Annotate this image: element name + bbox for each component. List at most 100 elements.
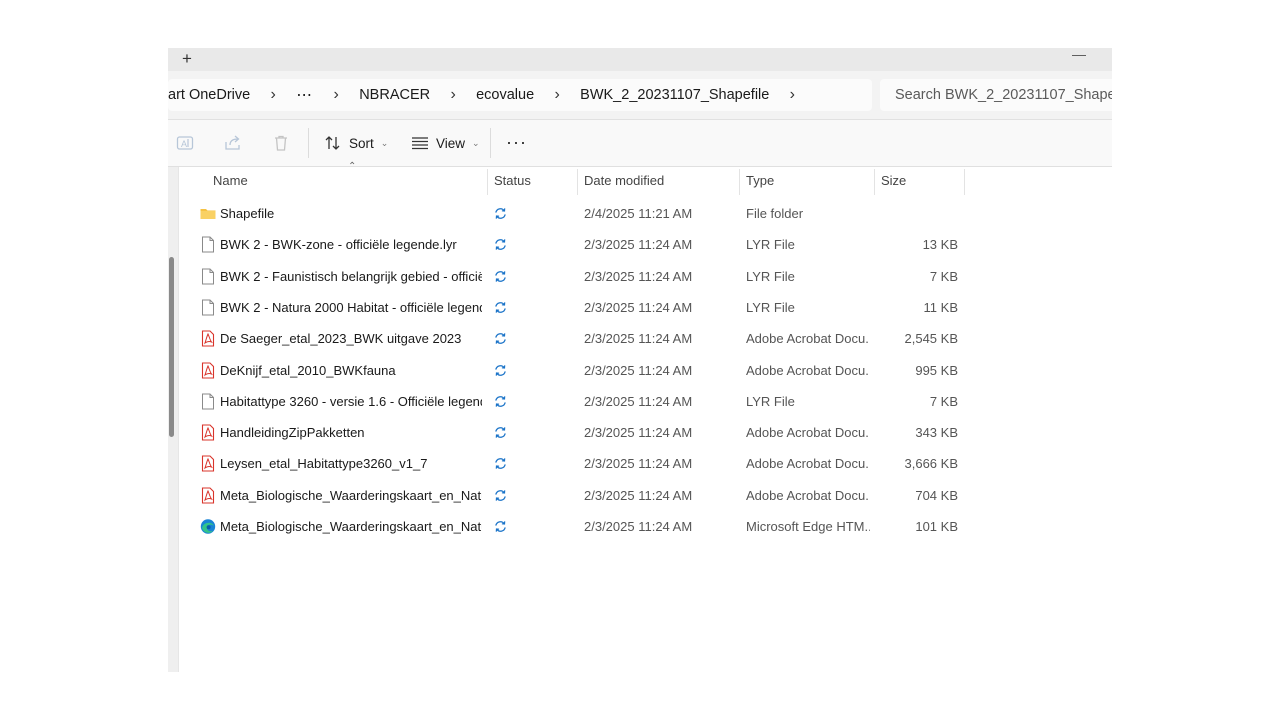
sync-status-icon [495, 395, 506, 407]
file-type: LYR File [746, 393, 795, 409]
sync-status-icon [495, 239, 506, 251]
column-header-type[interactable]: Type [746, 167, 774, 195]
file-type: Adobe Acrobat Docu... [746, 456, 870, 472]
file-name: Habitattype 3260 - versie 1.6 - Officiël… [220, 393, 482, 409]
folder-icon [200, 209, 216, 219]
file-size: 2,545 KB [904, 331, 959, 347]
chevron-right-icon[interactable]: › [786, 86, 798, 104]
file-type: LYR File [746, 299, 795, 315]
column-header-size[interactable]: Size [881, 167, 906, 195]
pdf-icon [201, 455, 215, 472]
new-tab-button[interactable]: + [182, 48, 192, 71]
address-row: art OneDrive › ⋯ › NBRACER › ecovalue › … [168, 71, 1112, 120]
svg-text:A: A [181, 139, 187, 149]
file-size: 343 KB [915, 425, 958, 441]
file-type: Adobe Acrobat Docu... [746, 487, 870, 503]
pdf-icon [201, 361, 215, 379]
more-options-button[interactable]: ··· [506, 133, 527, 151]
file-name: DeKnijf_etal_2010_BWKfauna [220, 362, 396, 378]
file-date-modified: 2/3/2025 11:24 AM [584, 268, 693, 284]
chevron-right-icon[interactable]: › [330, 86, 342, 104]
file-size: 101 KB [915, 519, 958, 534]
file-status [494, 229, 514, 260]
delete-icon[interactable] [272, 134, 290, 152]
file-icon [202, 236, 214, 253]
sync-status-icon [495, 364, 506, 376]
sync-status-icon [495, 521, 506, 532]
column-divider[interactable] [739, 169, 740, 195]
file-date-modified: 2/3/2025 11:24 AM [584, 519, 693, 534]
chevron-right-icon[interactable]: › [551, 86, 563, 104]
chevron-right-icon[interactable]: › [447, 86, 459, 104]
file-size: 11 KB [923, 299, 958, 315]
breadcrumb-item-current[interactable]: BWK_2_20231107_Shapefile [580, 87, 769, 103]
file-status [494, 323, 514, 354]
sync-status-icon [495, 489, 506, 501]
file-icon [202, 268, 214, 285]
pdf-icon [201, 487, 215, 504]
file-name: BWK 2 - BWK-zone - officiële legende.lyr [220, 237, 457, 253]
file-type: Adobe Acrobat Docu... [746, 331, 870, 347]
file-row[interactable]: DeKnijf_etal_2010_BWKfauna 2/3/2025 11:24… [178, 355, 1112, 386]
file-status [494, 261, 514, 292]
breadcrumb-item-ecovalue[interactable]: ecovalue [476, 87, 534, 103]
breadcrumb[interactable]: art OneDrive › ⋯ › NBRACER › ecovalue › … [168, 79, 872, 111]
column-divider[interactable] [487, 169, 488, 195]
file-date-modified: 2/3/2025 11:24 AM [584, 362, 693, 378]
column-header-name[interactable]: Name [213, 167, 248, 195]
column-header-date[interactable]: Date modified [584, 167, 664, 195]
file-status [494, 511, 514, 542]
file-row[interactable]: HandleidingZipPakketten 2/3/2025 11:24 AM… [178, 417, 1112, 448]
file-row[interactable]: BWK 2 - BWK-zone - officiële legende.lyr… [178, 229, 1112, 260]
chevron-down-icon: ⌄ [380, 137, 389, 148]
column-divider[interactable] [964, 169, 965, 195]
file-name: BWK 2 - Natura 2000 Habitat - officiële … [220, 299, 482, 315]
chevron-right-icon[interactable]: › [267, 86, 279, 104]
view-label: View [436, 135, 466, 151]
file-status [494, 480, 514, 511]
file-row[interactable]: Leysen_etal_Habitattype3260_v1_7 2/3/2025… [178, 448, 1112, 479]
file-name: Meta_Biologische_Waarderingskaart_en_Nat… [220, 519, 482, 534]
file-name: BWK 2 - Faunistisch belangrijk gebied - … [220, 268, 482, 284]
file-status [494, 355, 514, 386]
toolbar-divider [490, 128, 491, 158]
breadcrumb-item-nbracer[interactable]: NBRACER [359, 87, 430, 103]
view-button[interactable]: View ⌄ [411, 131, 480, 155]
file-status [494, 292, 514, 323]
breadcrumb-item-onedrive[interactable]: art OneDrive [168, 87, 250, 103]
file-row[interactable]: Habitattype 3260 - versie 1.6 - Officiël… [178, 386, 1112, 417]
file-row[interactable]: Shapefile 2/4/2025 11:21 AM File folder [178, 198, 1112, 229]
file-date-modified: 2/3/2025 11:24 AM [584, 237, 693, 253]
file-status [494, 198, 514, 229]
share-icon[interactable] [224, 134, 242, 152]
file-row[interactable]: De Saeger_etal_2023_BWK uitgave 2023 2/3/… [178, 323, 1112, 354]
file-size [878, 198, 958, 229]
file-date-modified: 2/3/2025 11:24 AM [584, 299, 693, 315]
pdf-icon [201, 330, 215, 347]
file-name: Meta_Biologische_Waarderingskaart_en_Nat… [220, 487, 482, 503]
rename-icon[interactable]: A [176, 134, 194, 152]
column-header-status[interactable]: Status [494, 167, 531, 195]
sync-status-icon [495, 333, 506, 345]
file-size: 7 KB [929, 393, 958, 409]
file-status [494, 448, 514, 479]
breadcrumb-overflow-button[interactable]: ⋯ [296, 85, 313, 105]
file-date-modified: 2/3/2025 11:24 AM [584, 393, 693, 409]
file-type: Microsoft Edge HTM... [746, 519, 870, 534]
minimize-button[interactable]: — [1072, 48, 1086, 61]
file-name: Shapefile [220, 206, 275, 221]
sync-status-icon [495, 208, 506, 219]
file-size: 7 KB [929, 268, 958, 284]
column-divider[interactable] [874, 169, 875, 195]
sort-ascending-icon: ⌃ [348, 161, 357, 172]
file-row[interactable]: Meta_Biologische_Waarderingskaart_en_Nat… [178, 480, 1112, 511]
column-divider[interactable] [577, 169, 578, 195]
search-input[interactable]: Search BWK_2_20231107_Shapefile [880, 79, 1112, 111]
file-row[interactable]: BWK 2 - Natura 2000 Habitat - officiële … [178, 292, 1112, 323]
sort-icon [325, 136, 340, 150]
file-row[interactable]: Meta_Biologische_Waarderingskaart_en_Nat… [178, 511, 1112, 542]
sort-button[interactable]: Sort ⌄ [324, 131, 388, 155]
file-row[interactable]: BWK 2 - Faunistisch belangrijk gebied - … [178, 261, 1112, 292]
scrollbar-thumb[interactable] [169, 257, 174, 437]
file-size: 704 KB [915, 487, 958, 503]
